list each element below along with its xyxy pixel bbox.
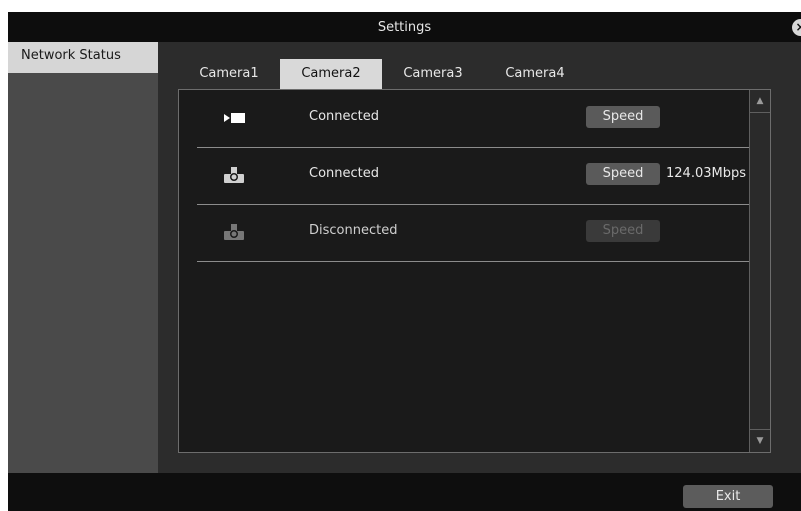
connection-status: Connected — [309, 109, 380, 124]
connection-list-panel: Connected Speed Connected Speed 124.03Mb… — [178, 89, 771, 453]
exit-button[interactable]: Exit — [683, 485, 773, 508]
tab-camera4[interactable]: Camera4 — [484, 59, 586, 89]
network-upload-icon — [221, 164, 247, 186]
speed-button: Speed — [586, 220, 660, 242]
camera-tabs: Camera1 Camera2 Camera3 Camera4 — [178, 59, 586, 89]
tab-camera3[interactable]: Camera3 — [382, 59, 484, 89]
vertical-scrollbar[interactable]: ▲ ▼ — [749, 90, 770, 452]
list-item: Disconnected Speed — [197, 204, 757, 262]
main-content: Camera1 Camera2 Camera3 Camera4 Connecte… — [158, 42, 801, 473]
window-title: Settings — [377, 19, 432, 35]
connection-status: Connected — [309, 166, 380, 181]
network-upload-icon — [221, 221, 247, 243]
footer: Exit — [8, 473, 801, 511]
scroll-down-icon[interactable]: ▼ — [750, 429, 770, 452]
list-item: Connected Speed — [197, 90, 757, 148]
speed-button[interactable]: Speed — [586, 163, 660, 185]
sidebar: Network Status — [8, 42, 158, 473]
tab-camera1[interactable]: Camera1 — [178, 59, 280, 89]
sidebar-item-network-status[interactable]: Network Status — [8, 42, 158, 73]
video-camera-icon — [221, 107, 247, 129]
connection-status: Disconnected — [309, 223, 398, 238]
scroll-up-icon[interactable]: ▲ — [750, 90, 770, 113]
list-item: Connected Speed 124.03Mbps ps — [197, 147, 765, 205]
speed-button[interactable]: Speed — [586, 106, 660, 128]
title-bar: Settings — [8, 12, 801, 42]
settings-window: Settings × Network Status Camera1 Camera… — [8, 12, 801, 511]
tab-camera2[interactable]: Camera2 — [280, 59, 382, 89]
sidebar-item-label: Network Status — [21, 48, 121, 63]
